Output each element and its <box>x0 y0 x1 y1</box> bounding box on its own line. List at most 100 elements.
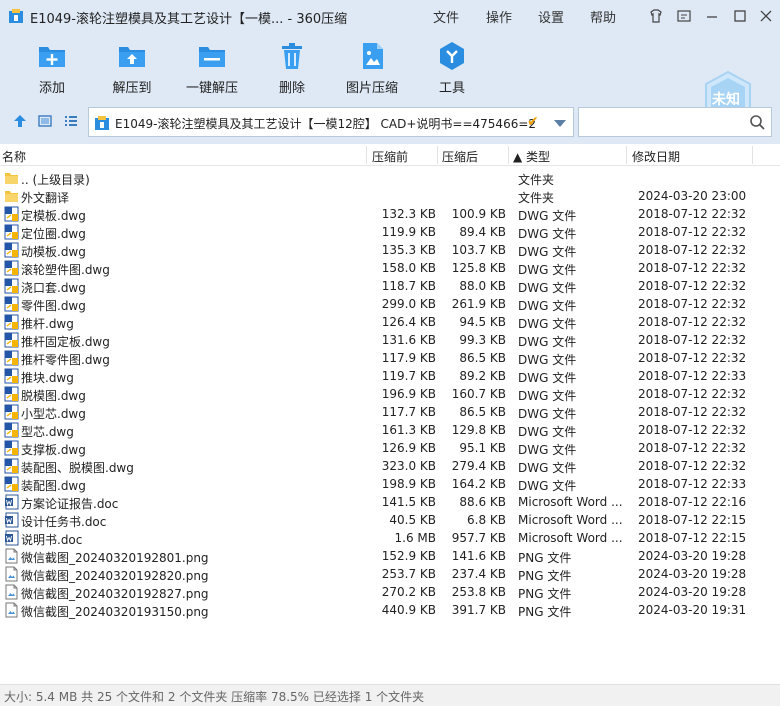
minimize-icon[interactable] <box>704 8 720 24</box>
file-row[interactable]: 零件图.dwg 299.0 KB 261.9 KB DWG 文件 2018-07-12 … <box>0 295 780 313</box>
file-date: 2018-07-12 22:15 <box>638 531 747 545</box>
search-input[interactable] <box>583 112 743 132</box>
dwg-file-icon <box>4 350 19 366</box>
file-type: DWG 文件 <box>518 227 577 241</box>
file-name: 推杆.dwg <box>21 317 74 331</box>
chevron-down-icon[interactable] <box>553 118 567 128</box>
list-view-icon[interactable] <box>64 114 78 128</box>
file-date: 2024-03-20 19:28 <box>638 585 747 599</box>
menu-settings[interactable]: 设置 <box>538 7 564 26</box>
image-file-icon <box>5 602 18 618</box>
file-size: 119.9 KB <box>381 225 436 239</box>
file-name: 推杆固定板.dwg <box>21 335 110 349</box>
file-row[interactable]: 小型芯.dwg 117.7 KB 86.5 KB DWG 文件 2018-07-12 2… <box>0 403 780 421</box>
one-click-extract-button[interactable]: 一键解压 <box>180 40 244 96</box>
file-row[interactable]: 推杆.dwg 126.4 KB 94.5 KB DWG 文件 2018-07-12 22… <box>0 313 780 331</box>
file-type: PNG 文件 <box>518 551 572 565</box>
file-row[interactable]: 微信截图_20240320192820.png 253.7 KB 237.4 KB P… <box>0 565 780 583</box>
file-packed-size: 160.7 KB <box>451 387 506 401</box>
file-packed-size: 89.2 KB <box>459 369 506 383</box>
image-compress-button[interactable]: 图片压缩 <box>340 40 404 96</box>
title-bar: E1049-滚轮注塑模具及其工艺设计【一模... - 360压缩 文件 操作 设… <box>0 0 780 32</box>
column-name[interactable]: 名称 <box>2 148 26 165</box>
dwg-file-icon <box>4 242 19 258</box>
file-row[interactable]: 设计任务书.doc 40.5 KB 6.8 KB Microsoft Word ...… <box>0 511 780 529</box>
file-date: 2018-07-12 22:32 <box>638 243 747 257</box>
file-row[interactable]: 方案论证报告.doc 141.5 KB 88.6 KB Microsoft Word … <box>0 493 780 511</box>
file-row[interactable]: 支撑板.dwg 126.9 KB 95.1 KB DWG 文件 2018-07-12 2… <box>0 439 780 457</box>
close-icon[interactable] <box>758 8 774 24</box>
one-click-extract-label: 一键解压 <box>185 81 238 96</box>
add-button[interactable]: 添加 <box>20 40 84 96</box>
file-packed-size: 89.4 KB <box>459 225 506 239</box>
file-row[interactable]: 说明书.doc 1.6 MB 957.7 KB Microsoft Word ... 2… <box>0 529 780 547</box>
up-arrow-icon[interactable] <box>13 114 27 128</box>
file-name: 小型芯.dwg <box>21 407 86 421</box>
file-size: 119.7 KB <box>381 369 436 383</box>
file-size: 161.3 KB <box>381 423 436 437</box>
file-row[interactable]: 装配图、脱模图.dwg 323.0 KB 279.4 KB DWG 文件 2018-07… <box>0 457 780 475</box>
column-unpacked[interactable]: 压缩后 <box>442 148 478 165</box>
image-file-icon <box>5 584 18 600</box>
file-size: 126.4 KB <box>381 315 436 329</box>
file-row[interactable]: 定位圈.dwg 119.9 KB 89.4 KB DWG 文件 2018-07-12 2… <box>0 223 780 241</box>
file-packed-size: 253.8 KB <box>451 585 506 599</box>
toolbar: 添加 解压到 一键解压 删除 图片压缩 工具 未知 <box>0 32 780 126</box>
file-packed-size: 957.7 KB <box>451 531 506 545</box>
window-title: E1049-滚轮注塑模具及其工艺设计【一模... - 360压缩 <box>30 12 348 27</box>
file-name: 推杆零件图.dwg <box>21 353 110 367</box>
file-type: DWG 文件 <box>518 209 577 223</box>
file-row[interactable]: 脱模图.dwg 196.9 KB 160.7 KB DWG 文件 2018-07-12 … <box>0 385 780 403</box>
file-row[interactable]: 浇口套.dwg 118.7 KB 88.0 KB DWG 文件 2018-07-12 2… <box>0 277 780 295</box>
file-packed-size: 88.0 KB <box>459 279 506 293</box>
file-packed-size: 279.4 KB <box>451 459 506 473</box>
file-row[interactable]: 推杆零件图.dwg 117.9 KB 86.5 KB DWG 文件 2018-07-12… <box>0 349 780 367</box>
folder-row[interactable]: .. (上级目录) 文件夹 <box>0 169 780 187</box>
tools-button[interactable]: 工具 <box>420 40 484 96</box>
extract-to-icon <box>119 47 145 67</box>
message-icon[interactable] <box>676 8 692 24</box>
file-row[interactable]: 推杆固定板.dwg 131.6 KB 99.3 KB DWG 文件 2018-07-12… <box>0 331 780 349</box>
file-row[interactable]: 推块.dwg 119.7 KB 89.2 KB DWG 文件 2018-07-12 22… <box>0 367 780 385</box>
folder-row[interactable]: 外文翻译 文件夹 2024-03-20 23:00 <box>0 187 780 205</box>
file-row[interactable]: 滚轮塑件图.dwg 158.0 KB 125.8 KB DWG 文件 2018-07-1… <box>0 259 780 277</box>
file-name: 说明书.doc <box>21 533 83 547</box>
search-icon[interactable] <box>749 114 765 130</box>
image-file-icon <box>5 566 18 582</box>
file-row[interactable]: 型芯.dwg 161.3 KB 129.8 KB DWG 文件 2018-07-12 2… <box>0 421 780 439</box>
file-row[interactable]: 微信截图_20240320192801.png 152.9 KB 141.6 KB P… <box>0 547 780 565</box>
file-size: 1.6 MB <box>394 531 436 545</box>
extract-to-button[interactable]: 解压到 <box>100 40 164 96</box>
file-type: DWG 文件 <box>518 263 577 277</box>
file-size: 323.0 KB <box>381 459 436 473</box>
file-type: DWG 文件 <box>518 353 577 367</box>
maximize-icon[interactable] <box>732 8 748 24</box>
file-packed-size: 100.9 KB <box>451 207 506 221</box>
menu-operation[interactable]: 操作 <box>486 7 512 26</box>
thumbnail-view-icon[interactable] <box>38 114 52 128</box>
menu-file[interactable]: 文件 <box>433 7 459 26</box>
skin-icon[interactable] <box>648 8 664 24</box>
file-date: 2018-07-12 22:33 <box>638 369 747 383</box>
file-type: DWG 文件 <box>518 443 577 457</box>
column-type[interactable]: ▲ 类型 <box>513 148 550 165</box>
word-document-icon <box>5 530 19 546</box>
file-packed-size: 6.8 KB <box>467 513 506 527</box>
file-type: DWG 文件 <box>518 335 577 349</box>
search-box[interactable] <box>578 107 772 137</box>
file-row[interactable]: 微信截图_20240320193150.png 440.9 KB 391.7 KB P… <box>0 601 780 619</box>
address-bar[interactable]: E1049-滚轮注塑模具及其工艺设计【一模12腔】 CAD+说明书==47546… <box>88 107 574 137</box>
dwg-file-icon <box>4 314 19 330</box>
file-row[interactable]: 装配图.dwg 198.9 KB 164.2 KB DWG 文件 2018-07-12 … <box>0 475 780 493</box>
delete-button[interactable]: 删除 <box>260 40 324 96</box>
file-size: 196.9 KB <box>381 387 436 401</box>
column-modified[interactable]: 修改日期 <box>632 148 680 165</box>
file-name: 浇口套.dwg <box>21 281 86 295</box>
file-date: 2018-07-12 22:16 <box>638 495 747 509</box>
file-row[interactable]: 定模板.dwg 132.3 KB 100.9 KB DWG 文件 2018-07-12 … <box>0 205 780 223</box>
column-packed[interactable]: 压缩前 <box>372 148 408 165</box>
menu-help[interactable]: 帮助 <box>590 7 616 26</box>
file-size: 270.2 KB <box>381 585 436 599</box>
file-row[interactable]: 动模板.dwg 135.3 KB 103.7 KB DWG 文件 2018-07-12 … <box>0 241 780 259</box>
file-row[interactable]: 微信截图_20240320192827.png 270.2 KB 253.8 KB P… <box>0 583 780 601</box>
